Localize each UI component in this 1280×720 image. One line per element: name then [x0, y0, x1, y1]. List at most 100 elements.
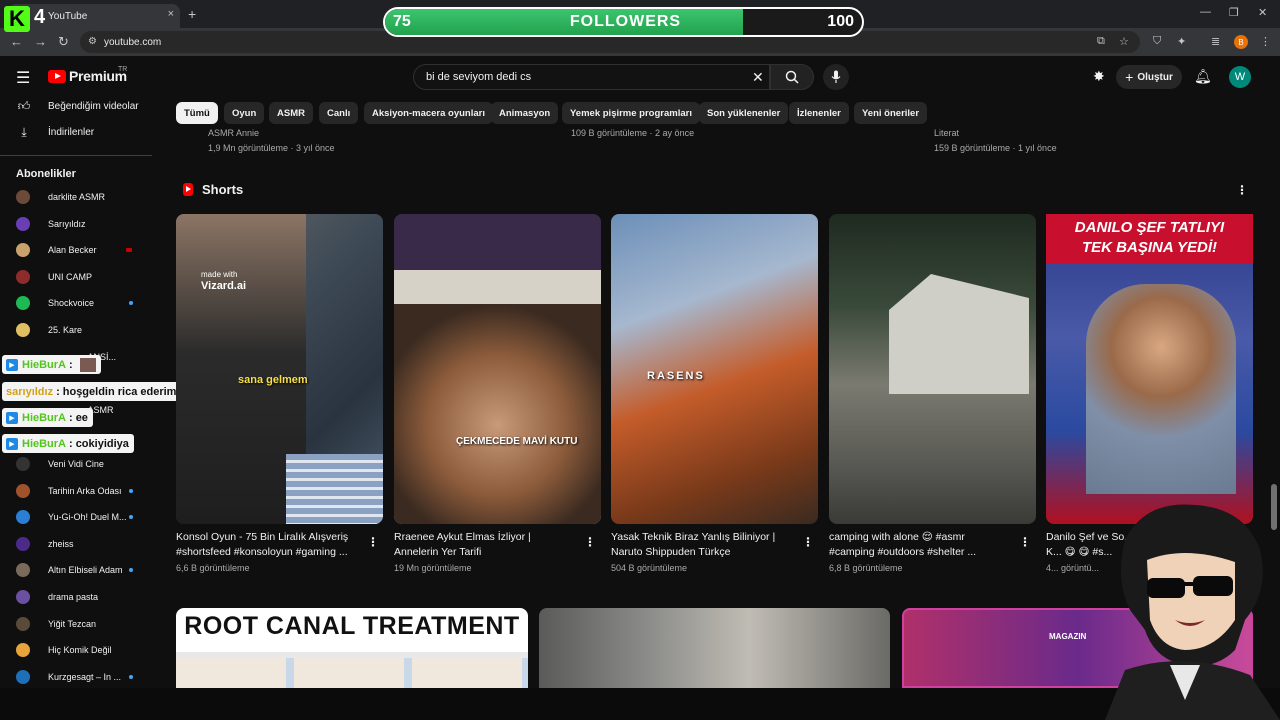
install-app-icon[interactable]: ⧉	[1097, 35, 1105, 48]
chat-username: sarıyıldız	[6, 385, 54, 398]
sidebar-item-label: İndirilenler	[48, 126, 95, 138]
new-tab-icon[interactable]: +	[188, 6, 196, 22]
followers-goal-bar: 75 FOLLOWERS 100	[383, 7, 864, 37]
streamer-avatar-illustration	[1105, 504, 1280, 720]
filter-chip[interactable]: ASMR	[269, 102, 313, 124]
filter-chip[interactable]: Son yüklenenler	[699, 102, 789, 124]
channel-name[interactable]: ASMR Annie	[208, 128, 259, 138]
short-title[interactable]: Yasak Teknik Biraz Yanlış Biliniyor | Na…	[611, 530, 791, 560]
sidebar-subscription-item[interactable]: Kurzgesagt – In ...	[16, 668, 156, 686]
video-meta: 1,9 Mn görüntüleme · 3 yıl önce	[208, 143, 335, 153]
browser-profile-icon[interactable]: B	[1234, 35, 1248, 49]
bookmark-star-icon[interactable]: ☆	[1119, 35, 1129, 48]
sidebar-subscription-item[interactable]: Yiğit Tezcan	[16, 615, 156, 633]
sidebar-subscription-item[interactable]: 25. Kare	[16, 321, 156, 339]
sidebar-subscription-item[interactable]: zheiss	[16, 535, 156, 553]
maximize-icon[interactable]: ❐	[1229, 6, 1239, 19]
filter-chip[interactable]: Aksiyon-macera oyunları	[364, 102, 493, 124]
chat-text: ee	[75, 411, 88, 424]
filter-chip[interactable]: Yeni öneriler	[854, 102, 928, 124]
channel-avatar	[16, 670, 30, 684]
filter-chip[interactable]: Oyun	[224, 102, 265, 124]
search-input[interactable]: bi de seviyom dedi cs	[413, 64, 770, 90]
premium-sparkle-icon[interactable]: ✸	[1093, 68, 1105, 85]
sidebar-subscription-item[interactable]: Alan Becker	[16, 241, 156, 259]
extensions-icon[interactable]: ✦	[1177, 35, 1186, 48]
notifications-bell-icon[interactable]: 🔔︎	[1194, 68, 1212, 85]
short-title[interactable]: Konsol Oyun - 75 Bin Liralık Alışveriş #…	[176, 530, 356, 560]
short-menu-icon[interactable]: ⋮	[1019, 535, 1031, 549]
microphone-icon	[831, 70, 841, 83]
thumbnail-game-boxes	[286, 454, 383, 524]
reading-list-icon[interactable]: ≣	[1211, 35, 1220, 48]
youtube-play-icon	[48, 69, 66, 83]
browser-menu-icon[interactable]: ⋮	[1260, 35, 1271, 48]
sidebar-subscription-item[interactable]: Tarihin Arka Odası	[16, 482, 156, 500]
back-icon[interactable]: ←	[10, 34, 23, 49]
video-thumbnail[interactable]: ROOT CANAL TREATMENT	[176, 608, 528, 688]
subscription-name: Shockvoice	[48, 298, 95, 308]
sidebar-subscription-item[interactable]: Altın Elbiseli Adam	[16, 561, 156, 579]
short-thumbnail[interactable]	[829, 214, 1036, 524]
short-thumbnail[interactable]: made with Vizard.ai sana gelmem	[176, 214, 383, 524]
sidebar-item-liked-videos[interactable]: 👍︎ Beğendiğim videolar	[16, 96, 139, 116]
subscription-name: Tarihin Arka Odası	[48, 486, 122, 496]
chat-message: ▶ HieBurA: cokiyidiya	[2, 434, 134, 453]
short-menu-icon[interactable]: ⋮	[584, 535, 596, 549]
short-thumbnail[interactable]: ÇEKMECEDE MAVİ KUTU	[394, 214, 601, 524]
menu-icon[interactable]: ☰	[16, 68, 30, 88]
filter-chip[interactable]: Canlı	[319, 102, 359, 124]
voice-search-button[interactable]	[823, 64, 849, 90]
new-content-dot	[129, 568, 133, 572]
create-button[interactable]: + Oluştur	[1116, 65, 1182, 89]
new-content-dot	[129, 301, 133, 305]
filter-chip[interactable]: İzlenenler	[789, 102, 849, 124]
filter-chip[interactable]: Tümü	[176, 102, 218, 124]
reload-icon[interactable]: ↻	[58, 34, 69, 50]
create-label: Oluştur	[1137, 71, 1173, 83]
account-avatar[interactable]: W	[1229, 66, 1251, 88]
filter-chip[interactable]: Yemek pişirme programları	[562, 102, 700, 124]
banner-line-2: TEK BAŞINA YEDİ!	[1081, 239, 1217, 256]
sidebar-subscription-item[interactable]: drama pasta	[16, 588, 156, 606]
sidebar-subscription-item[interactable]: Yu-Gi-Oh! Duel M...	[16, 508, 156, 526]
sidebar-subscription-item[interactable]: UNI CAMP	[16, 268, 156, 286]
shorts-menu-icon[interactable]: ⋮	[1236, 183, 1248, 197]
shield-icon[interactable]: ⛉	[1153, 35, 1161, 48]
sidebar-subscription-item[interactable]: Veni Vidi Cine	[16, 455, 156, 473]
kick-count: 4	[34, 6, 46, 28]
thumbnail-badge: MAGAZIN	[1049, 632, 1087, 641]
subscription-name: Veni Vidi Cine	[48, 459, 104, 469]
channel-avatar	[16, 643, 30, 657]
clear-search-icon[interactable]: ✕	[752, 69, 764, 86]
channel-avatar	[16, 537, 30, 551]
search-button[interactable]	[770, 64, 814, 90]
new-content-dot	[129, 489, 133, 493]
watermark-label: made with	[201, 270, 238, 279]
short-views: 504 B görüntüleme	[611, 563, 688, 573]
close-window-icon[interactable]: ✕	[1258, 6, 1267, 19]
sidebar-divider	[0, 155, 152, 156]
sidebar-subscription-item[interactable]: Sarıyıldız	[16, 215, 156, 233]
forward-icon[interactable]: →	[34, 34, 47, 49]
channel-avatar	[16, 243, 30, 257]
short-menu-icon[interactable]: ⋮	[367, 535, 379, 549]
sidebar-subscription-item[interactable]: darklite ASMR	[16, 188, 156, 206]
short-title[interactable]: camping with alone 😌 #asmr #camping #out…	[829, 530, 1009, 560]
video-thumbnail[interactable]	[539, 608, 890, 688]
channel-avatar	[16, 296, 30, 310]
tab-close-icon[interactable]: ×	[168, 8, 174, 20]
sidebar-subscription-item[interactable]: Shockvoice	[16, 294, 156, 312]
minimize-icon[interactable]: —	[1200, 6, 1211, 18]
youtube-logo[interactable]: Premium	[48, 68, 127, 84]
sidebar-subscription-item[interactable]: Hiç Komik Değil	[16, 641, 156, 659]
short-menu-icon[interactable]: ⋮	[802, 535, 814, 549]
sidebar-item-downloads[interactable]: ⤓ İndirilenler	[16, 122, 94, 142]
subscription-name: Yu-Gi-Oh! Duel M...	[48, 512, 127, 522]
thumbnail-teeth	[176, 658, 528, 688]
site-info-icon[interactable]: ⚙	[88, 36, 97, 47]
channel-name[interactable]: Literat	[934, 128, 959, 138]
short-thumbnail[interactable]: RASENS	[611, 214, 818, 524]
filter-chip[interactable]: Animasyon	[491, 102, 559, 124]
short-title[interactable]: Rraenee Aykut Elmas İzliyor | Annelerin …	[394, 530, 574, 560]
